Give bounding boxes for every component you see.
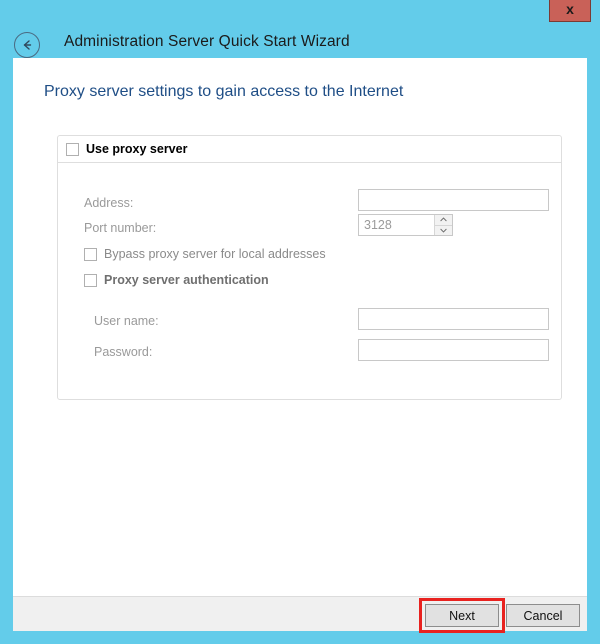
- port-stepper-buttons: [434, 215, 452, 235]
- back-button[interactable]: [14, 32, 40, 58]
- port-number-value: 3128: [364, 218, 392, 232]
- stepper-up-icon[interactable]: [435, 215, 452, 226]
- dialog-footer: Next Cancel: [13, 596, 587, 633]
- cancel-button-label: Cancel: [523, 608, 563, 623]
- bypass-proxy-checkbox[interactable]: [84, 247, 97, 261]
- group-header: Use proxy server: [58, 136, 561, 163]
- user-name-label: User name:: [94, 314, 159, 328]
- port-number-label: Port number:: [84, 221, 157, 235]
- bypass-proxy-row[interactable]: Bypass proxy server for local addresses: [84, 247, 326, 261]
- user-name-input[interactable]: [358, 308, 549, 330]
- proxy-authentication-row[interactable]: Proxy server authentication: [84, 273, 269, 287]
- wizard-title: Administration Server Quick Start Wizard: [64, 33, 350, 50]
- proxy-settings-group: Use proxy server Address: Port number: 3…: [57, 135, 562, 400]
- close-icon: x: [566, 1, 574, 17]
- page-title: Proxy server settings to gain access to …: [44, 83, 404, 100]
- content-panel: Proxy server settings to gain access to …: [13, 58, 587, 631]
- back-arrow-icon: [23, 40, 32, 50]
- port-number-stepper[interactable]: 3128: [358, 214, 453, 236]
- password-input[interactable]: [358, 339, 549, 361]
- title-bar: x Administration Server Quick Start Wiza…: [0, 0, 600, 58]
- cancel-button[interactable]: Cancel: [506, 604, 580, 627]
- password-label: Password:: [94, 345, 153, 359]
- proxy-authentication-label: Proxy server authentication: [104, 273, 269, 287]
- close-button[interactable]: x: [549, 0, 591, 22]
- address-input[interactable]: [358, 189, 549, 211]
- bypass-proxy-label: Bypass proxy server for local addresses: [104, 247, 326, 261]
- use-proxy-server-label: Use proxy server: [86, 142, 188, 156]
- proxy-authentication-checkbox[interactable]: [84, 273, 97, 287]
- use-proxy-server-checkbox[interactable]: [66, 142, 79, 156]
- next-button[interactable]: Next: [425, 604, 499, 627]
- address-label: Address:: [84, 196, 134, 210]
- stepper-down-icon[interactable]: [435, 225, 452, 235]
- group-body: Address: Port number: 3128 Bypass proxy …: [58, 163, 561, 399]
- next-button-label: Next: [449, 608, 475, 623]
